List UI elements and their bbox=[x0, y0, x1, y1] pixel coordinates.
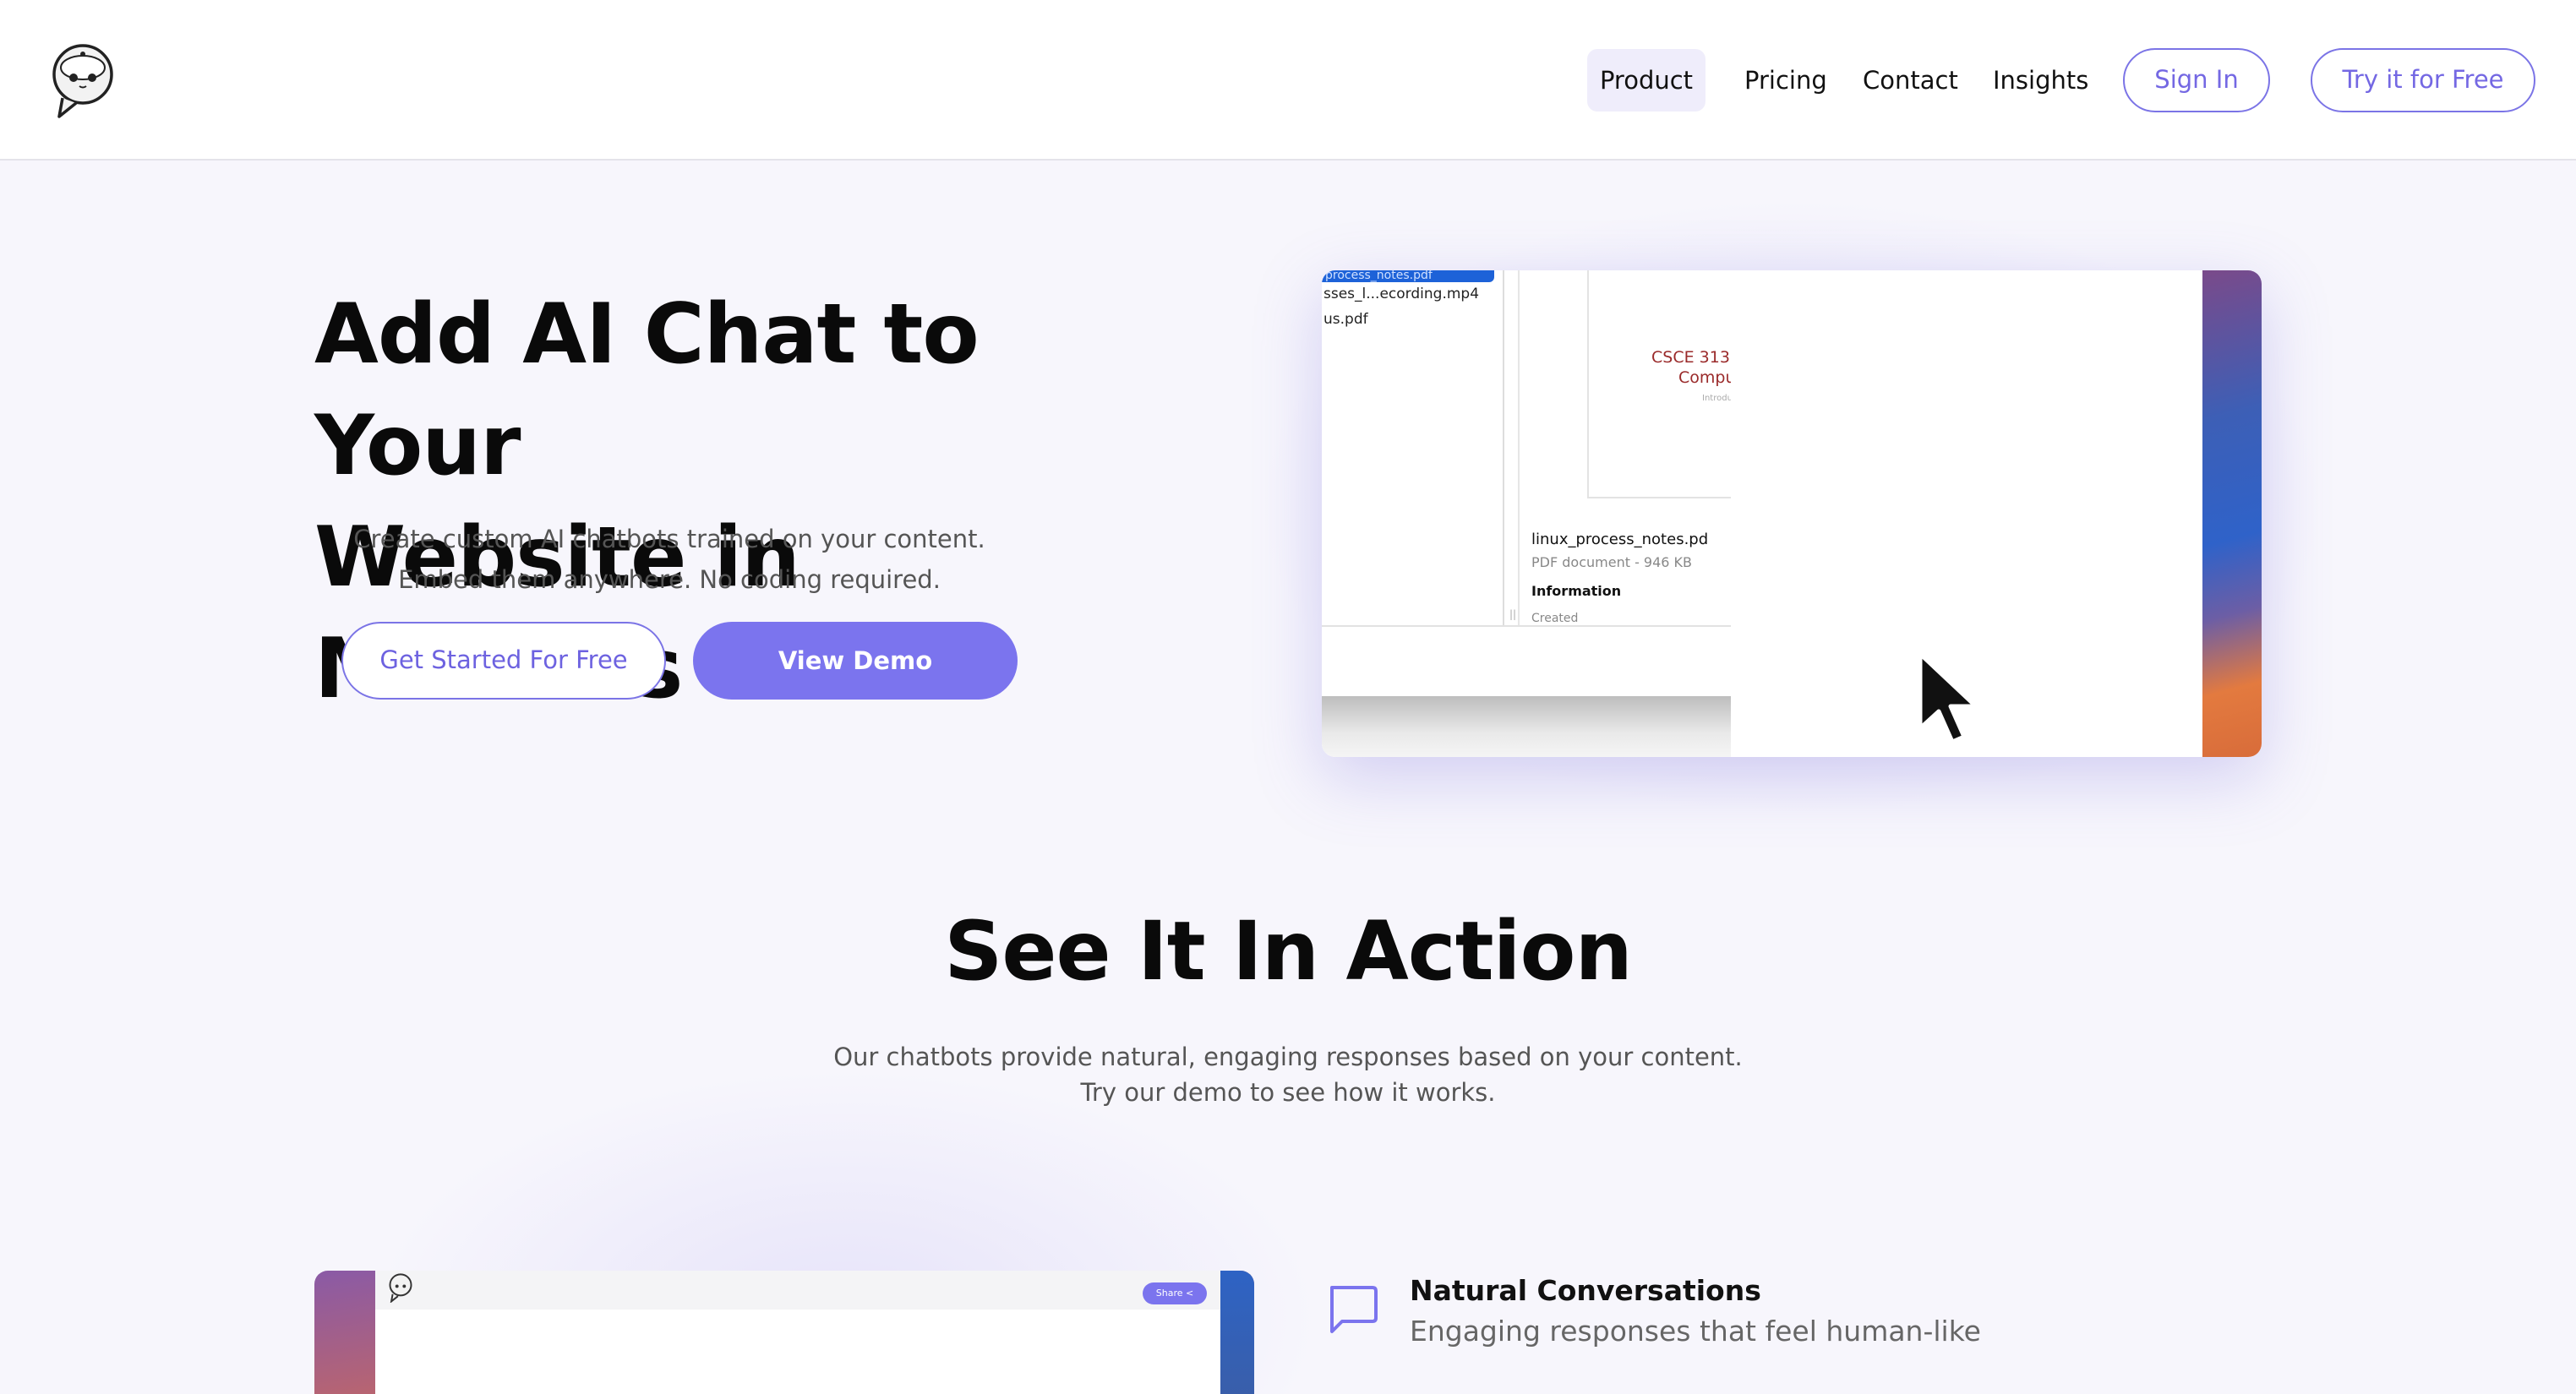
hero-subtitle-line-2: Embed them anywhere. No coding required. bbox=[398, 565, 941, 594]
section-subtitle: Our chatbots provide natural, engaging r… bbox=[0, 1039, 2576, 1110]
info-label: Information bbox=[1531, 583, 1622, 599]
view-demo-button[interactable]: View Demo bbox=[693, 622, 1018, 700]
site-header: Product Pricing Contact Insights Sign In… bbox=[0, 0, 2576, 161]
chatbot-logo-icon[interactable] bbox=[51, 42, 115, 120]
section-title: See It In Action bbox=[944, 904, 1633, 999]
share-button[interactable]: Share < bbox=[1143, 1282, 1207, 1304]
nav-insights[interactable]: Insights bbox=[1993, 49, 2088, 112]
chat-demo-preview: Share < bbox=[314, 1271, 1254, 1394]
hero-demo-preview: process_notes.pdf sses_l...ecording.mp4 … bbox=[1322, 270, 2262, 757]
feature-title: Natural Conversations bbox=[1410, 1274, 1761, 1307]
chatbot-logo-icon bbox=[389, 1273, 412, 1303]
desktop-wallpaper bbox=[2202, 270, 2262, 757]
created-label: Created bbox=[1531, 612, 1579, 625]
try-free-button[interactable]: Try it for Free bbox=[2311, 48, 2535, 112]
pdf-thumbnail-heading: CSCE 313 bbox=[1651, 348, 1730, 367]
section-subtitle-line-1: Our chatbots provide natural, engaging r… bbox=[833, 1043, 1743, 1071]
mouse-cursor-icon bbox=[1918, 651, 1978, 744]
share-label: Share bbox=[1155, 1288, 1183, 1299]
hero-subtitle-line-1: Create custom AI chatbots trained on you… bbox=[353, 525, 985, 553]
window-shadow bbox=[1322, 696, 1731, 757]
finder-file-item[interactable]: sses_l...ecording.mp4 bbox=[1323, 286, 1479, 302]
pdf-thumbnail-subheading: Compu bbox=[1678, 368, 1736, 387]
nav-product[interactable]: Product bbox=[1587, 49, 1706, 112]
hero-title-line-1: Add AI Chat to Your bbox=[314, 286, 980, 494]
divider bbox=[1322, 625, 1731, 627]
file-name: linux_process_notes.pd bbox=[1531, 531, 1709, 548]
nav-pricing[interactable]: Pricing bbox=[1744, 49, 1827, 112]
chat-demo-toolbar: Share < bbox=[375, 1271, 1220, 1310]
finder-selected-file[interactable]: process_notes.pdf bbox=[1322, 270, 1494, 282]
share-icon: < bbox=[1186, 1288, 1194, 1299]
desktop-wallpaper bbox=[1220, 1271, 1254, 1394]
finder-file-item[interactable]: us.pdf bbox=[1323, 311, 1368, 328]
finder-file-column: process_notes.pdf sses_l...ecording.mp4 … bbox=[1322, 270, 1504, 625]
chat-demo-window: Share < bbox=[375, 1271, 1220, 1394]
hero-subtitle: Create custom AI chatbots trained on you… bbox=[314, 519, 1024, 600]
get-started-button[interactable]: Get Started For Free bbox=[341, 622, 666, 700]
column-resize-grip-icon[interactable]: || bbox=[1509, 608, 1516, 620]
file-meta: PDF document - 946 KB bbox=[1531, 554, 1693, 570]
column-divider bbox=[1518, 270, 1520, 625]
sign-in-button[interactable]: Sign In bbox=[2123, 48, 2270, 112]
nav-contact[interactable]: Contact bbox=[1863, 49, 1958, 112]
chat-bubble-icon bbox=[1330, 1286, 1378, 1333]
feature-description: Engaging responses that feel human-like bbox=[1410, 1315, 1981, 1348]
page: Product Pricing Contact Insights Sign In… bbox=[0, 0, 2576, 1394]
section-subtitle-line-2: Try our demo to see how it works. bbox=[1080, 1078, 1496, 1107]
finder-window: process_notes.pdf sses_l...ecording.mp4 … bbox=[1322, 270, 1736, 757]
pdf-thumbnail-caption: Introdu bbox=[1702, 394, 1733, 403]
